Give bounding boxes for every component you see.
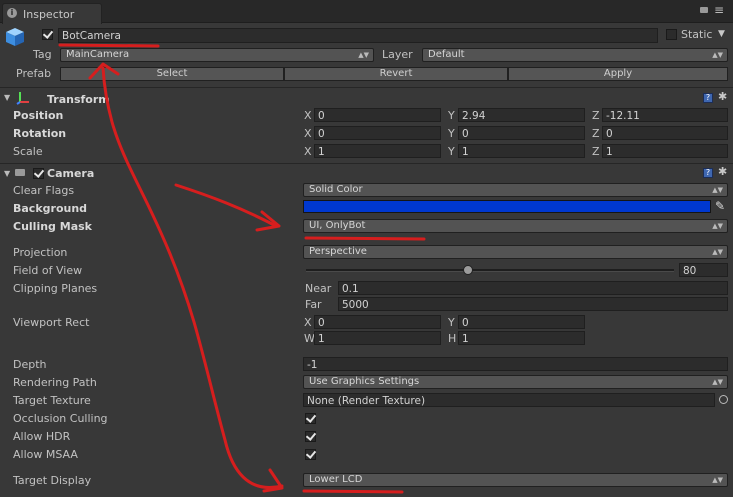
underline-target-display [302,489,404,494]
underline-culling-mask [304,236,426,241]
curved-arrow-line [101,66,284,489]
arrow-to-culling-mask [174,183,278,228]
annotation-overlay [58,43,426,494]
underline-object-name [58,43,160,48]
